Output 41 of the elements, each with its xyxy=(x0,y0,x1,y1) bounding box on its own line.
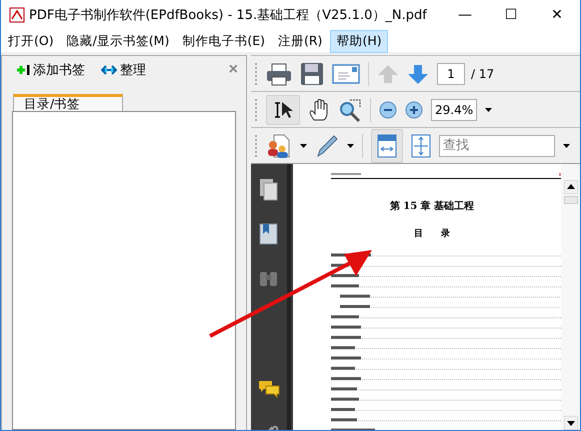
magnifier-icon[interactable] xyxy=(338,98,362,122)
pages-icon[interactable] xyxy=(258,178,280,202)
menu-item[interactable]: 隐藏/显示书签(M) xyxy=(62,30,174,52)
double-arrow-icon xyxy=(101,65,117,75)
hand-icon[interactable] xyxy=(308,98,330,122)
zoom-field[interactable]: 29.4% xyxy=(431,98,477,120)
printer-icon[interactable] xyxy=(266,62,292,86)
fit-page-icon[interactable] xyxy=(411,134,431,158)
menu-item[interactable]: 注册(R) xyxy=(273,30,328,52)
zoom-out-icon[interactable] xyxy=(379,100,397,118)
caret-icon[interactable] xyxy=(485,108,492,112)
tab[interactable]: 目录/书签 xyxy=(13,94,123,111)
fit-width-icon xyxy=(377,134,397,158)
scroll-thumb[interactable] xyxy=(564,196,578,204)
menu-item[interactable]: 制作电子书(E) xyxy=(177,30,270,52)
toc-title: 目 录 xyxy=(413,228,451,240)
add-bookmark-button[interactable]: 添加书签 xyxy=(16,61,85,79)
bookmark-page-icon[interactable] xyxy=(258,222,280,246)
window-title: PDF电子书制作软件(EPdfBooks) - 15.基础工程（V25.1.0）_N.pdf xyxy=(29,7,428,24)
select-tool-button[interactable] xyxy=(266,94,300,124)
menu-item[interactable]: 打开(O) xyxy=(3,30,59,52)
chapter-title: 第 15 章 基础工程 xyxy=(388,199,476,213)
scroll-down-icon[interactable] xyxy=(564,416,578,430)
caret-icon[interactable] xyxy=(563,144,570,148)
zoom-in-icon[interactable] xyxy=(405,100,423,118)
plus-icon xyxy=(16,64,30,76)
fit-width-button[interactable] xyxy=(371,128,403,162)
pen-icon[interactable] xyxy=(315,134,339,158)
caret-icon[interactable] xyxy=(347,144,354,148)
search-field[interactable]: 查找 xyxy=(439,134,555,156)
people-document-icon[interactable] xyxy=(266,132,292,158)
text-cursor-arrow-icon xyxy=(272,100,294,120)
organize-button[interactable]: 整理 xyxy=(101,61,146,79)
down-arrow-icon[interactable] xyxy=(407,62,429,84)
page-count: / 17 xyxy=(471,66,494,80)
page-number-field[interactable]: 1 xyxy=(437,62,465,84)
pdf-icon xyxy=(9,7,25,23)
scroll-up-icon[interactable] xyxy=(564,180,578,194)
envelope-icon[interactable] xyxy=(332,62,360,84)
caret-icon[interactable] xyxy=(300,144,307,148)
menu-item[interactable]: 帮助(H) xyxy=(330,30,388,52)
